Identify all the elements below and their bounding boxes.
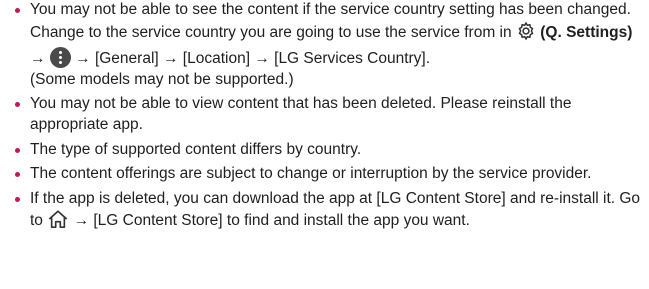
more-dots-icon bbox=[49, 47, 71, 69]
arrow: → bbox=[30, 50, 46, 68]
settings-label: (Q. Settings) bbox=[540, 23, 633, 41]
home-icon bbox=[47, 209, 69, 236]
list-item: The type of supported content differs by… bbox=[14, 140, 646, 161]
item-note: (Some models may not be supported.) bbox=[30, 70, 294, 88]
item-text-continued: → [LG Content Store] to find and install… bbox=[73, 212, 470, 230]
arrow: → bbox=[75, 50, 91, 68]
bullet-list: You may not be able to see the content i… bbox=[0, 0, 646, 236]
list-item: You may not be able to view content that… bbox=[14, 94, 646, 135]
item-text: The type of supported content differs by… bbox=[30, 140, 362, 158]
list-item: You may not be able to see the content i… bbox=[14, 0, 646, 90]
item-text: The content offerings are subject to cha… bbox=[30, 165, 592, 183]
list-item: If the app is deleted, you can download … bbox=[14, 189, 646, 236]
list-item: The content offerings are subject to cha… bbox=[14, 164, 646, 185]
settings-path: [General] → [Location] → [LG Services Co… bbox=[94, 50, 431, 68]
gear-icon bbox=[516, 21, 536, 48]
item-text: You may not be able to view content that… bbox=[30, 95, 572, 133]
